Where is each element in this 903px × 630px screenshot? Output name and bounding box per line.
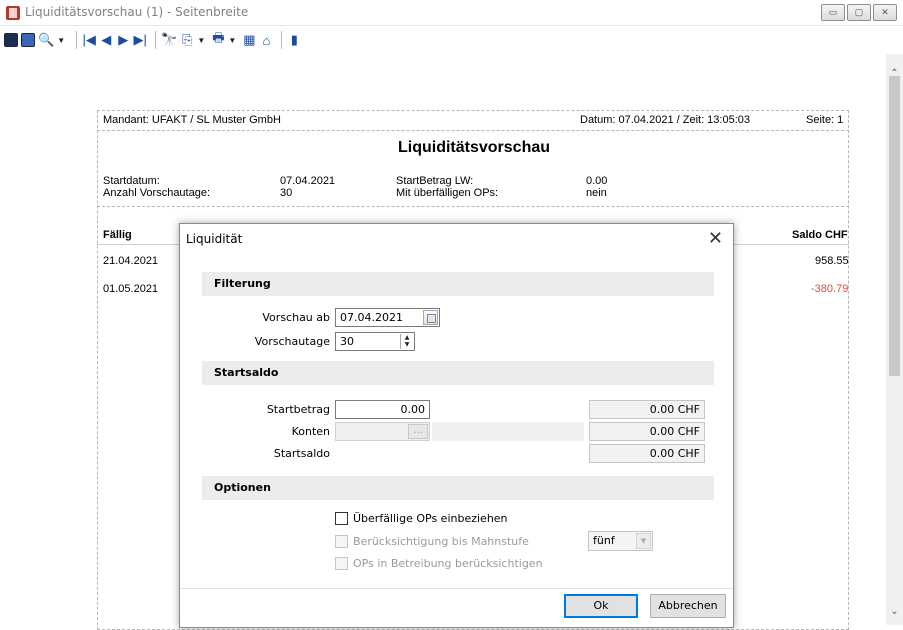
dialog-close-icon[interactable]: ✕ xyxy=(708,228,723,249)
view-mode-button[interactable] xyxy=(4,30,18,50)
page-setup-icon xyxy=(21,33,35,47)
close-window-button[interactable]: ✕ xyxy=(873,4,897,21)
ok-button[interactable]: Ok xyxy=(564,594,638,618)
konten-chf-display: 0.00 CHF xyxy=(589,422,705,441)
betreibung-checkbox xyxy=(335,557,348,570)
section-optionen: Optionen xyxy=(202,476,714,500)
table-row-saldo-negative: -380.79 xyxy=(811,283,849,295)
betreibung-checkbox-label: OPs in Betreibung berücksichtigen xyxy=(353,557,543,570)
report-page-number: Seite: 1 xyxy=(806,114,844,126)
startbetrag-label: Startbetrag xyxy=(266,403,330,416)
print-button[interactable]: 🖶 xyxy=(211,30,225,50)
prev-page-button[interactable]: ◀ xyxy=(99,30,113,50)
last-page-button[interactable]: ▶| xyxy=(133,30,147,50)
close-preview-button[interactable]: ▮ xyxy=(287,30,301,50)
page-setup-button[interactable] xyxy=(21,30,35,50)
table-row-date: 01.05.2021 xyxy=(103,283,159,295)
next-page-button[interactable]: ▶ xyxy=(116,30,130,50)
column-header-saldo: Saldo CHF xyxy=(792,229,848,241)
mahnstufe-value: fünf xyxy=(593,534,615,547)
vorschautage-label: Vorschautage xyxy=(254,335,330,348)
vorschautage-value: 30 xyxy=(340,335,354,348)
ueberfaellig-label: Mit überfälligen OPs: xyxy=(396,187,499,199)
column-header-faellig: Fällig xyxy=(103,229,132,241)
app-icon xyxy=(6,6,20,20)
ueberfaellig-checkbox-label[interactable]: Überfällige OPs einbeziehen xyxy=(353,512,508,525)
startsaldo-label: Startsaldo xyxy=(273,447,330,460)
toolbar-separator xyxy=(281,31,283,49)
report-datetime: Datum: 07.04.2021 / Zeit: 13:05:03 xyxy=(580,114,751,126)
startbetrag-input[interactable]: 0.00 xyxy=(335,400,430,419)
vorschau-ab-date-field[interactable]: 07.04.2021 xyxy=(335,308,440,327)
konten-label: Konten xyxy=(291,425,330,438)
vorschau-ab-label: Vorschau ab xyxy=(262,311,330,324)
vorschau-ab-value: 07.04.2021 xyxy=(340,311,403,324)
zoom-dropdown-button[interactable]: ▼ xyxy=(57,30,65,50)
vertical-scrollbar[interactable]: ⌃ ⌄ xyxy=(886,54,903,625)
print-dropdown-button[interactable]: ▼ xyxy=(228,30,236,50)
liquiditaet-dialog: Liquidität ✕ Filterung Vorschau ab 07.04… xyxy=(179,223,734,628)
mahnstufe-checkbox xyxy=(335,535,348,548)
section-startsaldo: Startsaldo xyxy=(202,361,714,385)
startdatum-label: Startdatum: xyxy=(103,175,160,187)
spin-updown-icon[interactable]: ▲ ▼ xyxy=(400,334,413,349)
startdatum-value: 07.04.2021 xyxy=(280,175,336,187)
window-titlebar: Liquiditätsvorschau (1) - Seitenbreite ▭… xyxy=(0,0,903,26)
excel-export-button[interactable]: ▦ xyxy=(242,30,256,50)
ueberfaellig-checkbox[interactable] xyxy=(335,512,348,525)
toolbar: 🔍 ▼ |◀ ◀ ▶ ▶| 🔭 ⎘ ▼ 🖶 ▼ ▦ ⌂ ▮ xyxy=(0,26,903,54)
toolbar-separator xyxy=(155,31,157,49)
vorschautage-value: 30 xyxy=(280,187,293,199)
settings-button[interactable]: ⌂ xyxy=(259,30,273,50)
konten-extension xyxy=(432,422,584,441)
window-controls: ▭ ▢ ✕ xyxy=(821,4,897,21)
zoom-button[interactable]: 🔍 xyxy=(38,30,54,50)
startbetrag-value: 0.00 xyxy=(586,175,608,187)
section-filterung: Filterung xyxy=(202,272,714,296)
export-button[interactable]: ⎘ xyxy=(180,30,194,50)
maximize-button[interactable]: ▢ xyxy=(847,4,871,21)
export-dropdown-button[interactable]: ▼ xyxy=(197,30,205,50)
mahnstufe-checkbox-label: Berücksichtigung bis Mahnstufe xyxy=(353,535,529,548)
startbetrag-label: StartBetrag LW: xyxy=(396,175,474,187)
view-mode-icon xyxy=(4,33,18,47)
table-row-date: 21.04.2021 xyxy=(103,255,159,267)
report-mandant: Mandant: UFAKT / SL Muster GmbH xyxy=(103,114,281,126)
ellipsis-icon: ... xyxy=(408,424,428,439)
vorschautage-label: Anzahl Vorschautage: xyxy=(103,187,211,199)
chevron-down-icon: ▼ xyxy=(636,533,651,549)
scrollbar-thumb[interactable] xyxy=(889,76,900,376)
table-row-saldo: 958.55 xyxy=(815,255,849,267)
report-title: Liquiditätsvorschau xyxy=(398,139,551,156)
startbetrag-chf-display: 0.00 CHF xyxy=(589,400,705,419)
vorschautage-stepper[interactable]: 30 ▲ ▼ xyxy=(335,332,415,351)
find-button[interactable]: 🔭 xyxy=(161,30,177,50)
dialog-footer-divider xyxy=(180,588,733,589)
konten-field: ... xyxy=(335,422,430,441)
first-page-button[interactable]: |◀ xyxy=(82,30,96,50)
ueberfaellig-value: nein xyxy=(586,187,607,199)
header-divider xyxy=(97,130,849,131)
params-divider xyxy=(97,206,849,207)
mahnstufe-select: fünf ▼ xyxy=(588,531,653,551)
calendar-icon[interactable] xyxy=(423,310,438,325)
startsaldo-chf-display: 0.00 CHF xyxy=(589,444,705,463)
scroll-down-icon[interactable]: ⌄ xyxy=(886,606,903,617)
window-title: Liquiditätsvorschau (1) - Seitenbreite xyxy=(25,5,249,19)
toolbar-separator xyxy=(76,31,78,49)
minimize-button[interactable]: ▭ xyxy=(821,4,845,21)
cancel-button[interactable]: Abbrechen xyxy=(650,594,726,618)
dialog-title: Liquidität xyxy=(186,232,243,246)
